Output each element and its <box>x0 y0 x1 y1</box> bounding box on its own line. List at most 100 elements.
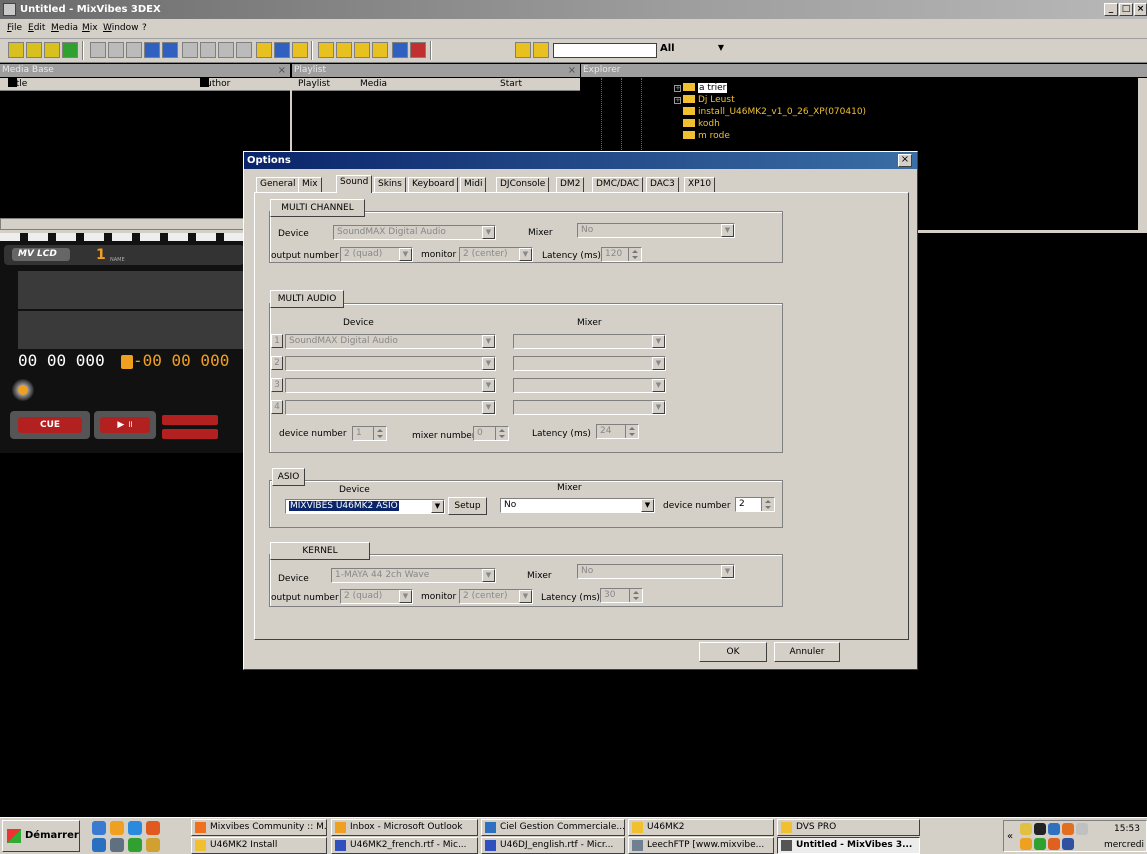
record-icon[interactable] <box>392 42 408 58</box>
asio-mixer-select[interactable]: No ▼ <box>500 498 655 513</box>
clock[interactable]: 15:53 <box>1114 824 1140 834</box>
menu-window[interactable]: Window <box>103 23 139 33</box>
tree-item[interactable]: install_U46MK2_v1_0_26_XP(070410) <box>683 107 866 117</box>
video-icon[interactable] <box>410 42 426 58</box>
task-french-rtf[interactable]: U46MK2_french.rtf - Mic... <box>331 837 478 854</box>
task-u46mk2-folder[interactable]: U46MK2 <box>628 819 774 836</box>
task-leechftp[interactable]: LeechFTP [www.mixvibe... <box>628 837 774 854</box>
kernel-button[interactable]: KERNEL <box>270 542 370 560</box>
task-outlook[interactable]: Inbox - Microsoft Outlook <box>331 819 478 836</box>
mail-icon[interactable] <box>1020 823 1032 835</box>
menu-mix[interactable]: Mix <box>82 23 98 33</box>
tray-app-icon[interactable] <box>1020 838 1032 850</box>
close-icon[interactable]: × <box>898 154 912 167</box>
tree-item[interactable]: kodh <box>683 119 720 129</box>
cue-button[interactable]: CUE <box>18 417 82 433</box>
ie-icon[interactable] <box>128 821 142 835</box>
loop-icon[interactable] <box>144 42 160 58</box>
explorer-scrollbar[interactable] <box>1138 78 1147 230</box>
tab-general[interactable]: General <box>256 177 300 192</box>
tray-app-icon[interactable] <box>1062 838 1074 850</box>
folder-icon[interactable] <box>515 42 531 58</box>
tree-item[interactable]: m rode <box>683 131 730 141</box>
layout3-icon[interactable] <box>292 42 308 58</box>
multi-channel-button[interactable]: MULTI CHANNEL <box>270 199 365 217</box>
filter-select[interactable]: All ▼ <box>658 43 728 58</box>
layout1-icon[interactable] <box>256 42 272 58</box>
tray-app-icon[interactable] <box>1062 823 1074 835</box>
tab-sound[interactable]: Sound <box>336 175 373 193</box>
column-playlist[interactable]: Playlist <box>298 78 330 91</box>
quicklaunch-icon[interactable] <box>110 821 124 835</box>
fx-icon[interactable] <box>354 42 370 58</box>
sampler-icon[interactable] <box>372 42 388 58</box>
play-icon[interactable] <box>126 42 142 58</box>
pause-icon[interactable] <box>90 42 106 58</box>
volume-icon[interactable] <box>1076 823 1088 835</box>
playlist-icon[interactable] <box>533 42 549 58</box>
skip-button[interactable] <box>162 429 218 439</box>
pitch-bend-button[interactable] <box>162 415 218 425</box>
maximize-button[interactable]: □ <box>1119 3 1133 16</box>
asio-device-number-spinner[interactable]: 2 <box>735 497 775 512</box>
task-ciel[interactable]: Ciel Gestion Commerciale... <box>481 819 625 836</box>
close-button[interactable]: × <box>1134 3 1147 16</box>
save-icon[interactable] <box>62 42 78 58</box>
minimize-button[interactable]: _ <box>1104 3 1118 16</box>
quicklaunch-icon[interactable] <box>110 838 124 852</box>
search-icon[interactable] <box>44 42 60 58</box>
tray-expand-icon[interactable]: « <box>1007 831 1013 842</box>
search-input[interactable] <box>553 43 657 58</box>
task-dvs-pro-folder[interactable]: DVS PRO <box>777 819 920 836</box>
ok-button[interactable]: OK <box>699 642 767 662</box>
close-icon[interactable]: × <box>278 64 286 77</box>
cancel-button[interactable]: Annuler <box>774 642 840 662</box>
column-start[interactable]: Start <box>500 78 522 91</box>
start-button[interactable]: Démarrer <box>2 820 80 852</box>
forward-icon[interactable] <box>200 42 216 58</box>
tray-app-icon[interactable] <box>1048 838 1060 850</box>
asio-device-select[interactable]: MIXVIBES U46MK2 ASIO ▼ <box>285 499 445 514</box>
layout2-icon[interactable] <box>274 42 290 58</box>
tray-app-icon[interactable] <box>1034 838 1046 850</box>
tab-keyboard[interactable]: Keyboard <box>408 177 459 192</box>
next-icon[interactable] <box>236 42 252 58</box>
open-icon[interactable] <box>26 42 42 58</box>
close-icon[interactable]: × <box>568 64 576 77</box>
quicklaunch-icon[interactable] <box>146 838 160 852</box>
new-icon[interactable] <box>8 42 24 58</box>
column-media[interactable]: Media <box>360 78 387 91</box>
task-u46mk2-install[interactable]: U46MK2 Install <box>191 837 327 854</box>
prev-icon[interactable] <box>218 42 234 58</box>
setup-button[interactable]: Setup <box>448 497 487 515</box>
menu-media[interactable]: Media <box>51 23 78 33</box>
asio-button[interactable]: ASIO <box>272 468 305 486</box>
eq-icon[interactable] <box>336 42 352 58</box>
tray-app-icon[interactable] <box>1048 823 1060 835</box>
levels-icon[interactable] <box>162 42 178 58</box>
menu-file[interactable]: File <box>7 23 22 33</box>
firefox-icon[interactable] <box>146 821 160 835</box>
task-mixvibes-3dex[interactable]: Untitled - MixVibes 3... <box>777 837 920 854</box>
tab-mix[interactable]: Mix <box>298 177 322 192</box>
quicklaunch-icon[interactable] <box>128 838 142 852</box>
mixer-icon[interactable] <box>318 42 334 58</box>
tree-item[interactable]: + a trier <box>674 83 728 93</box>
tab-midi[interactable]: Midi <box>460 177 487 192</box>
play-pause-button[interactable]: ▶ ॥ <box>100 417 150 433</box>
tab-xp10[interactable]: XP10 <box>684 177 716 192</box>
tab-dac3[interactable]: DAC3 <box>646 177 679 192</box>
tab-skins[interactable]: Skins <box>374 177 406 192</box>
tree-item[interactable]: + Dj Leust <box>674 95 735 105</box>
tab-dmc-dac[interactable]: DMC/DAC <box>592 177 644 192</box>
rewind-icon[interactable] <box>182 42 198 58</box>
menu-help[interactable]: ? <box>142 23 147 33</box>
quicklaunch-icon[interactable] <box>92 838 106 852</box>
multi-audio-button[interactable]: MULTI AUDIO <box>270 290 344 308</box>
task-english-rtf[interactable]: U46DJ_english.rtf - Micr... <box>481 837 625 854</box>
task-mixvibes-community[interactable]: Mixvibes Community :: M... <box>191 819 327 836</box>
window-title-bar[interactable]: Untitled - MixVibes 3DEX _ □ × <box>0 0 1147 19</box>
tray-app-icon[interactable] <box>1034 823 1046 835</box>
menu-edit[interactable]: Edit <box>28 23 45 33</box>
quicklaunch-icon[interactable] <box>92 821 106 835</box>
